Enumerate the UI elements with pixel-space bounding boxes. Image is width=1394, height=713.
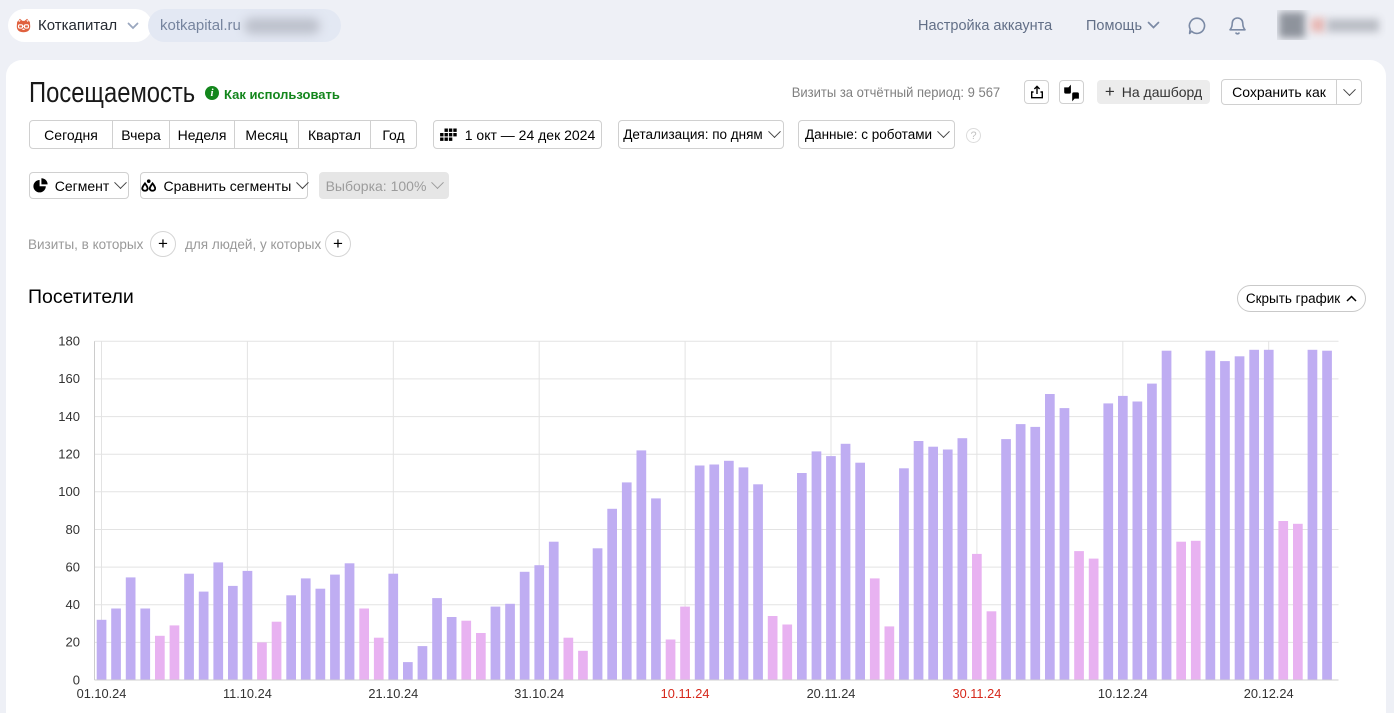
svg-text:120: 120 xyxy=(58,447,80,462)
svg-text:30.11.24: 30.11.24 xyxy=(952,686,1001,701)
svg-text:21.10.24: 21.10.24 xyxy=(368,686,418,701)
svg-text:20.11.24: 20.11.24 xyxy=(807,686,856,701)
svg-text:20.12.24: 20.12.24 xyxy=(1244,686,1294,701)
svg-text:80: 80 xyxy=(66,522,80,537)
svg-text:140: 140 xyxy=(58,409,80,424)
svg-text:11.10.24: 11.10.24 xyxy=(223,686,272,701)
svg-text:10.11.24: 10.11.24 xyxy=(661,686,710,701)
svg-text:10.12.24: 10.12.24 xyxy=(1098,686,1148,701)
svg-text:180: 180 xyxy=(58,334,80,349)
svg-text:01.10.24: 01.10.24 xyxy=(77,686,127,701)
svg-text:100: 100 xyxy=(58,484,80,499)
svg-text:31.10.24: 31.10.24 xyxy=(514,686,564,701)
svg-text:40: 40 xyxy=(66,597,80,612)
svg-text:20: 20 xyxy=(66,635,80,650)
svg-text:60: 60 xyxy=(66,559,80,574)
svg-text:160: 160 xyxy=(58,371,80,386)
